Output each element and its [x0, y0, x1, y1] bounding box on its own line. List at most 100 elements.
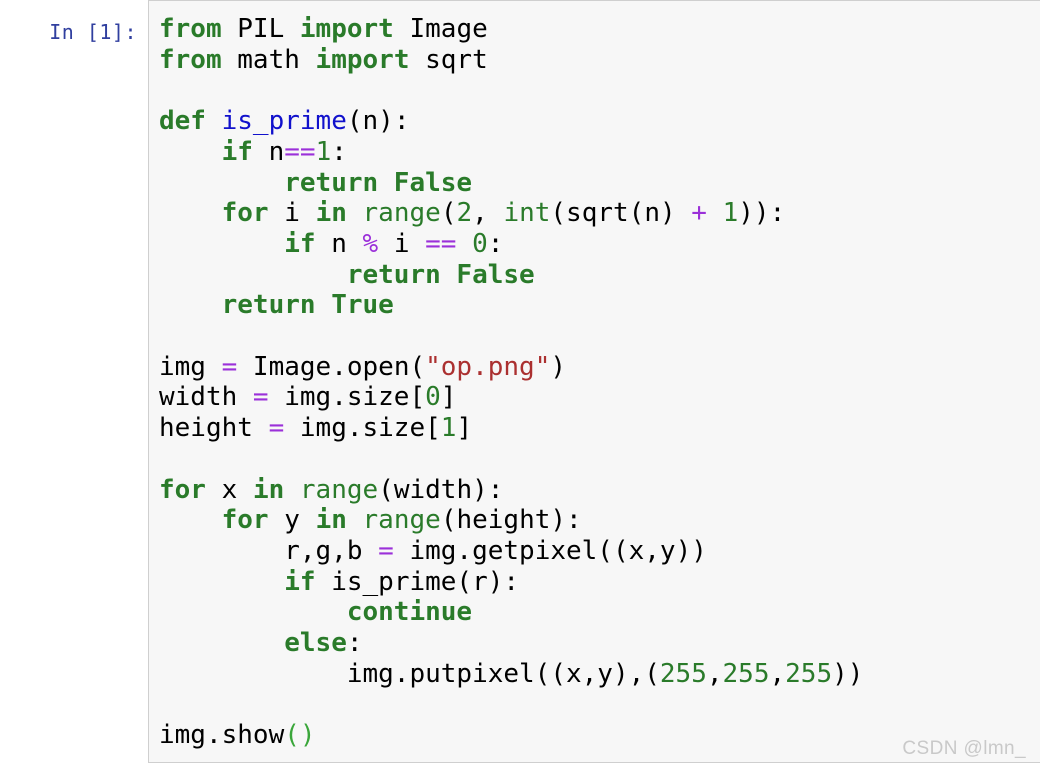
code-line: from PIL import Image — [159, 14, 488, 44]
code-token: n — [252, 136, 285, 167]
code-line: for i in range(2, int(sqrt(n) + 1)): — [159, 198, 786, 229]
code-line: return False — [159, 168, 472, 198]
code-token: ( — [440, 198, 457, 229]
code-token: () — [284, 720, 316, 751]
code-token: n — [315, 228, 363, 259]
code-line: from math import sqrt — [159, 45, 488, 75]
code-token: i — [378, 228, 426, 259]
code-token: : — [487, 228, 504, 259]
code-token: math — [221, 44, 316, 75]
code-line: if is_prime(r): — [159, 567, 519, 597]
code-token: img.size[ — [268, 382, 426, 413]
code-token: continue — [346, 597, 473, 628]
code-editor[interactable]: from PIL import Image from math import s… — [159, 14, 1040, 751]
code-token: from — [159, 44, 222, 75]
code-token: == — [425, 228, 457, 259]
code-line: height = img.size[1] — [159, 413, 472, 443]
code-token: in — [315, 505, 347, 536]
code-line: for x in range(width): — [159, 475, 503, 505]
code-token: i — [268, 198, 316, 229]
code-token: = — [252, 382, 269, 413]
code-token: if — [284, 228, 316, 259]
code-token: def — [159, 106, 206, 137]
code-token: = — [378, 535, 394, 566]
code-token: 255 — [722, 658, 770, 689]
code-token: in — [315, 198, 347, 229]
code-token: img.size[ — [284, 413, 441, 444]
code-token: return True — [221, 290, 394, 321]
code-token: import — [299, 14, 394, 44]
code-token: PIL — [221, 14, 300, 44]
code-token: , — [706, 658, 723, 689]
notebook-page: In [1]: from PIL import Image from math … — [0, 0, 1040, 768]
code-line: for y in range(height): — [159, 505, 582, 535]
code-input-area[interactable]: from PIL import Image from math import s… — [148, 0, 1040, 763]
code-token: : — [346, 628, 363, 659]
code-token: y — [268, 505, 316, 536]
code-token: )): — [738, 198, 786, 229]
code-token: == — [284, 136, 316, 167]
code-token: (height): — [440, 505, 582, 536]
code-token: 1 — [315, 136, 332, 167]
code-token: for — [221, 505, 269, 536]
code-token: (n): — [346, 106, 410, 137]
code-token: )) — [832, 658, 864, 689]
code-token: if — [221, 136, 253, 167]
code-token: for — [159, 474, 206, 505]
notebook-code-cell[interactable]: In [1]: from PIL import Image from math … — [0, 0, 1040, 768]
code-token: 255 — [659, 658, 707, 689]
code-token: img.putpixel((x,y),( — [159, 658, 660, 689]
code-token: ] — [440, 382, 457, 413]
code-token: 255 — [785, 658, 833, 689]
code-token: if — [284, 566, 316, 597]
code-token: from — [159, 14, 222, 44]
code-line: if n==1: — [159, 137, 347, 167]
code-token: : — [331, 136, 347, 167]
code-token: return False — [284, 167, 473, 198]
code-token: ] — [456, 413, 473, 444]
code-token: "op.png" — [425, 351, 551, 382]
code-token: , — [472, 198, 504, 229]
code-line: img.show() — [159, 720, 316, 750]
code-line: def is_prime(n): — [159, 106, 409, 136]
code-token: (sqrt(n) — [550, 198, 692, 229]
code-line: if n % i == 0: — [159, 229, 503, 259]
code-token: 2 — [456, 198, 473, 229]
code-token: 1 — [440, 413, 457, 444]
code-token: = — [268, 413, 285, 444]
code-line: else: — [159, 628, 363, 659]
code-token: + — [691, 198, 707, 229]
code-token: is_prime — [221, 106, 347, 137]
code-line: width = img.size[0] — [159, 382, 456, 412]
code-token: r,g,b — [159, 535, 379, 566]
code-line: r,g,b = img.getpixel((x,y)) — [159, 536, 707, 566]
code-token: is_prime(r): — [315, 566, 520, 597]
code-token: % — [362, 228, 379, 259]
code-token: height — [159, 413, 269, 444]
code-token: (width): — [378, 474, 504, 505]
code-token: Image — [393, 14, 488, 44]
code-line: img.putpixel((x,y),(255,255,255)) — [159, 658, 864, 689]
code-line: continue — [159, 597, 472, 627]
code-token: 0 — [472, 228, 488, 259]
code-line: return True — [159, 290, 394, 320]
code-token: x — [205, 474, 253, 505]
code-token: img.getpixel((x,y)) — [393, 535, 707, 566]
code-token: int — [503, 198, 551, 229]
code-token: range — [362, 505, 441, 536]
code-token: width — [159, 382, 253, 413]
code-token: = — [221, 351, 238, 382]
cell-execution-prompt[interactable]: In [1]: — [0, 0, 148, 48]
code-token: img — [159, 351, 222, 382]
